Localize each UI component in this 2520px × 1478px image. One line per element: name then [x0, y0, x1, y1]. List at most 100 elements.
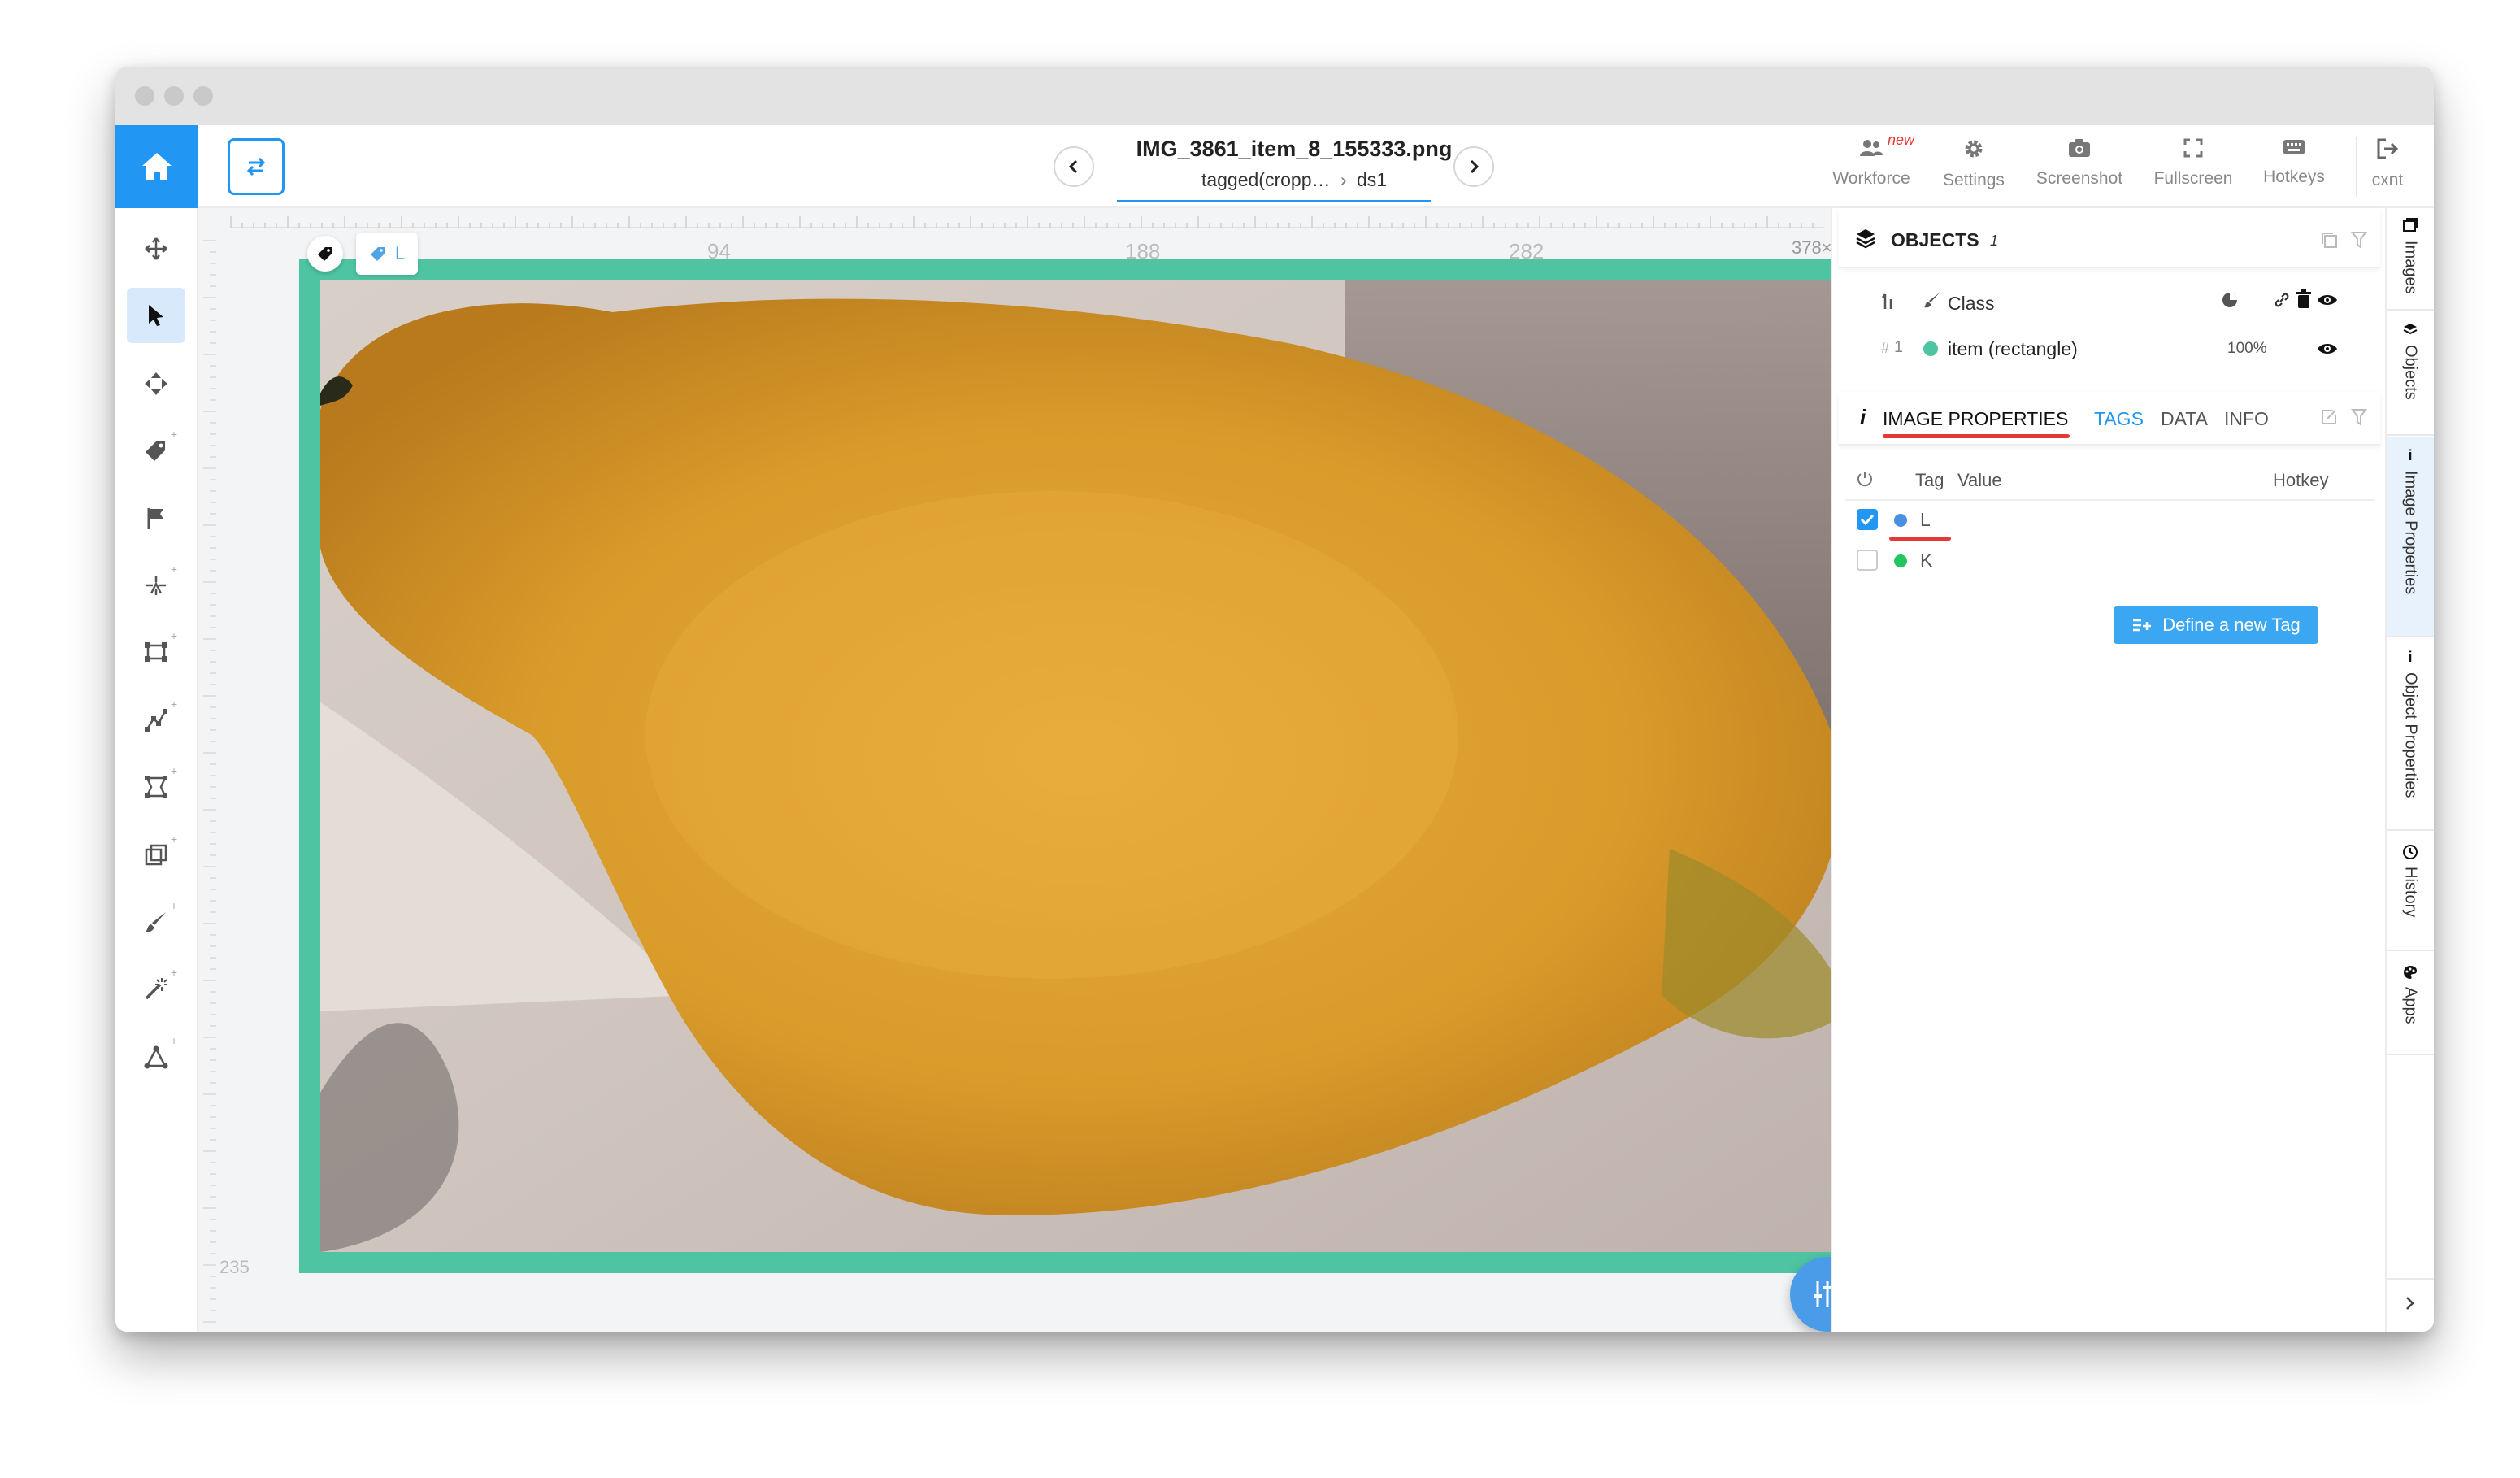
rectangle-tool[interactable]: + [127, 624, 185, 680]
hotkeys-label: Hotkeys [2263, 167, 2325, 186]
left-ruler: 235 [198, 208, 250, 1332]
cuboid-tool[interactable]: + [127, 828, 185, 883]
move-tool[interactable] [127, 221, 185, 276]
magic-wand-tool[interactable]: + [127, 961, 185, 1016]
next-image-button[interactable] [1453, 146, 1494, 187]
tab-tags[interactable]: TAGS [2094, 408, 2144, 430]
graph-tool[interactable]: + [127, 1029, 185, 1085]
file-title-underline [1117, 200, 1431, 202]
workforce-label: Workforce [1832, 169, 1910, 188]
tag-row-l[interactable]: L [1845, 501, 2374, 541]
tab-info[interactable]: INFO [2224, 408, 2269, 430]
objects-count: 1 [1990, 233, 1999, 249]
active-tab-underline [1883, 434, 2070, 438]
exit-icon [2377, 138, 2399, 159]
hotkeys-button[interactable]: Hotkeys [2245, 138, 2343, 187]
tag-row-k[interactable]: K [1845, 541, 2374, 582]
vtab-history[interactable]: History [2387, 832, 2434, 951]
object-tag-toggle[interactable] [307, 236, 343, 272]
class-column-header[interactable]: Class [1948, 293, 1995, 315]
settings-button[interactable]: Settings [1925, 138, 2023, 190]
tag-checkbox[interactable] [1857, 509, 1878, 530]
eye-icon[interactable] [2317, 341, 2338, 356]
flag-tool[interactable] [127, 491, 185, 546]
trash-icon[interactable] [2296, 289, 2312, 309]
vtab-label: Object Properties [2401, 672, 2420, 798]
prev-image-button[interactable] [1054, 146, 1094, 187]
filter-icon[interactable] [2351, 231, 2367, 249]
screenshot-label: Screenshot [2036, 169, 2123, 188]
window-close-dot[interactable] [135, 86, 154, 106]
brush-icon [146, 912, 166, 932]
vtab-objects[interactable]: Objects [2387, 312, 2434, 436]
object-class-name[interactable]: item (rectangle) [1948, 338, 2078, 360]
top-ruler-ticks [230, 216, 1824, 228]
left-toolbar: + + + + + + + + + [115, 208, 198, 1332]
pie-chart-icon[interactable] [2221, 291, 2239, 309]
switch-view-button[interactable] [228, 138, 285, 195]
tag-tool[interactable]: + [127, 423, 185, 478]
power-icon[interactable] [1857, 470, 1873, 488]
objects-header: OBJECTS 1 [1839, 208, 2380, 268]
vtab-object-properties[interactable]: i Object Properties [2387, 639, 2434, 831]
vertical-side-tabs: Images Objects i Image Properties i Obje… [2385, 208, 2434, 1332]
copy-icon[interactable] [2320, 231, 2338, 249]
home-icon [142, 153, 172, 180]
tab-data[interactable]: DATA [2161, 408, 2208, 430]
vtab-image-properties[interactable]: i Image Properties [2387, 437, 2434, 637]
chevron-right-icon [2406, 1297, 2414, 1310]
home-button[interactable] [115, 125, 198, 208]
point-icon [146, 576, 166, 595]
vtab-apps[interactable]: Apps [2387, 953, 2434, 1055]
define-new-tag-button[interactable]: Define a new Tag [2114, 606, 2318, 644]
window-titlebar [115, 67, 2434, 125]
fullscreen-icon [2183, 138, 2203, 158]
fullscreen-button[interactable]: Fullscreen [2144, 138, 2242, 189]
value-column-header: Value [1957, 470, 2002, 490]
object-label-chip[interactable]: L [356, 233, 419, 275]
exit-button[interactable]: cxnt [2344, 138, 2431, 190]
sort-icon[interactable] [1881, 293, 1896, 311]
collapse-panel-button[interactable] [2387, 1278, 2434, 1327]
link-icon[interactable] [2273, 291, 2291, 309]
tab-image-properties[interactable]: IMAGE PROPERTIES [1883, 408, 2068, 430]
add-list-icon [2133, 619, 2152, 632]
polygon-tool[interactable]: + [127, 759, 185, 815]
right-panel: OBJECTS 1 Class # 1 item (rectangle) 100… [1831, 208, 2385, 1332]
workforce-button[interactable]: Workforce [1823, 138, 1920, 189]
file-breadcrumb[interactable]: tagged(cropp… › ds1 [1115, 169, 1473, 191]
screenshot-button[interactable]: Screenshot [2031, 138, 2128, 189]
tag-highlight-underline [1889, 537, 1951, 541]
polyline-tool[interactable]: + [127, 693, 185, 748]
tool-plus-indicator: + [170, 966, 177, 979]
layers-icon [2403, 324, 2418, 335]
vtab-images[interactable]: Images [2387, 208, 2434, 311]
chevron-right-icon [1470, 159, 1479, 174]
history-icon [2403, 845, 2418, 859]
edit-icon[interactable] [2320, 408, 2338, 426]
object-row[interactable]: # 1 item (rectangle) 100% [1839, 328, 2380, 369]
lemon-image [320, 280, 1862, 1252]
app-window: IMG_3861_item_8_155333.png tagged(cropp…… [115, 67, 2434, 1332]
drag-tool[interactable] [127, 356, 185, 411]
dataset-name[interactable]: ds1 [1357, 169, 1387, 190]
tag-color-dot [1894, 514, 1907, 527]
filter-icon[interactable] [2351, 408, 2367, 426]
object-index: 1 [1894, 338, 1904, 356]
point-tool[interactable]: + [127, 558, 185, 613]
window-maximize-dot[interactable] [193, 86, 213, 106]
checkmark-icon [1860, 514, 1875, 526]
move-icon [145, 237, 167, 260]
images-icon [2403, 218, 2418, 232]
eye-icon[interactable] [2317, 293, 2338, 307]
tag-checkbox[interactable] [1857, 550, 1878, 571]
swap-arrows-icon [246, 157, 266, 176]
image-canvas[interactable]: 94 188 282 376 235 [198, 208, 1883, 1332]
brush-tool[interactable]: + [127, 894, 185, 950]
dataset-project-name[interactable]: tagged(cropp… [1201, 169, 1331, 190]
pointer-tool[interactable] [127, 288, 185, 343]
vtab-label: Image Properties [2401, 471, 2420, 595]
app-header: IMG_3861_item_8_155333.png tagged(cropp…… [115, 125, 2434, 208]
tag-name: K [1920, 550, 1933, 571]
window-minimize-dot[interactable] [164, 86, 184, 106]
